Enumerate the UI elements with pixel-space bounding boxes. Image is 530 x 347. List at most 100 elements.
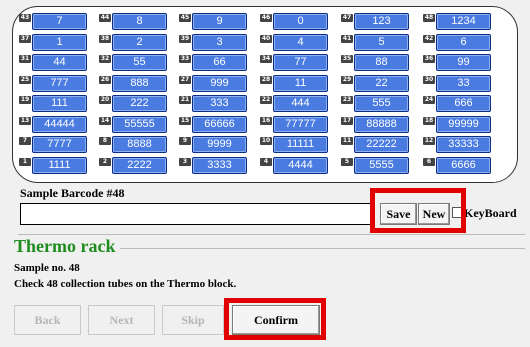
tube-barcode-value[interactable]: 888 — [112, 74, 167, 92]
tube-barcode-value[interactable]: 9 — [192, 13, 247, 30]
tube-position-label: 2 — [99, 157, 111, 166]
tube-position-label: 38 — [99, 34, 111, 43]
tube-position-label: 34 — [260, 55, 272, 63]
tube-position-label: 43 — [19, 14, 31, 22]
tube-barcode-value[interactable]: 7777 — [32, 136, 87, 153]
tube-barcode-value[interactable]: 22222 — [354, 136, 409, 153]
tube-position-label: 47 — [341, 14, 353, 22]
tube-barcode-value[interactable]: 3333 — [192, 156, 247, 174]
tube-position-label: 20 — [99, 96, 111, 104]
tube-barcode-value[interactable]: 99 — [436, 54, 491, 71]
tube-barcode-value[interactable]: 222 — [112, 95, 167, 112]
tube-barcode-value[interactable]: 1 — [32, 33, 87, 51]
divider — [18, 234, 525, 235]
tube-position-label: 8 — [99, 137, 111, 145]
tube-barcode-value[interactable]: 5 — [354, 33, 409, 51]
tube-rack: 43 7 44 8 45 9 46 0 47 123 48 1234 37 1 38 2 39 3 40 4 41 5 42… — [12, 6, 518, 183]
tube-barcode-value[interactable]: 8888 — [112, 136, 167, 153]
tube-position-label: 27 — [179, 75, 191, 84]
instruction-text: Check 48 collection tubes on the Thermo … — [14, 278, 237, 290]
tube-barcode-value[interactable]: 111 — [32, 95, 87, 112]
tube-barcode-value[interactable]: 88888 — [354, 115, 409, 133]
tube-barcode-value[interactable]: 44444 — [32, 115, 87, 133]
tube-barcode-value[interactable]: 55 — [112, 54, 167, 71]
tube-position-label: 14 — [99, 116, 111, 125]
tube-position-label: 40 — [260, 34, 272, 43]
tube-position-label: 12 — [423, 137, 435, 145]
skip-button[interactable]: Skip — [162, 305, 224, 335]
tube-position-label: 25 — [19, 75, 31, 84]
tube-position-label: 21 — [179, 96, 191, 104]
tube-barcode-value[interactable]: 5555 — [354, 156, 409, 174]
tube-position-label: 18 — [423, 116, 435, 125]
back-button[interactable]: Back — [14, 305, 81, 335]
tube-position-label: 28 — [260, 75, 272, 84]
barcode-input[interactable] — [20, 203, 375, 225]
tube-position-label: 13 — [19, 116, 31, 125]
tube-position-label: 19 — [19, 96, 31, 104]
tube-position-label: 31 — [19, 55, 31, 63]
tube-position-label: 16 — [260, 116, 272, 125]
tube-barcode-value[interactable]: 99999 — [436, 115, 491, 133]
tube-barcode-value[interactable]: 123 — [354, 13, 409, 30]
next-button[interactable]: Next — [88, 305, 155, 335]
tube-barcode-value[interactable]: 1111 — [32, 156, 87, 174]
tube-barcode-value[interactable]: 6 — [436, 33, 491, 51]
tube-position-label: 22 — [260, 96, 272, 104]
tube-position-label: 35 — [341, 55, 353, 63]
tube-position-label: 48 — [423, 14, 435, 22]
tube-barcode-value[interactable]: 444 — [273, 95, 328, 112]
tube-position-label: 24 — [423, 96, 435, 104]
tube-barcode-value[interactable]: 88 — [354, 54, 409, 71]
tube-barcode-value[interactable]: 77777 — [273, 115, 328, 133]
tube-position-label: 42 — [423, 34, 435, 43]
tube-position-label: 46 — [260, 14, 272, 22]
tube-barcode-value[interactable]: 66 — [192, 54, 247, 71]
tube-barcode-value[interactable]: 9999 — [192, 136, 247, 153]
tube-position-label: 41 — [341, 34, 353, 43]
highlight-box-confirm — [224, 298, 326, 340]
tube-barcode-value[interactable]: 4444 — [273, 156, 328, 174]
tube-position-label: 5 — [341, 157, 353, 166]
tube-barcode-value[interactable]: 33 — [436, 74, 491, 92]
tube-position-label: 11 — [341, 137, 353, 145]
tube-barcode-value[interactable]: 777 — [32, 74, 87, 92]
tube-barcode-value[interactable]: 6666 — [436, 156, 491, 174]
tube-barcode-value[interactable]: 66666 — [192, 115, 247, 133]
tube-position-label: 3 — [179, 157, 191, 166]
tube-barcode-value[interactable]: 44 — [32, 54, 87, 71]
tube-barcode-value[interactable]: 666 — [436, 95, 491, 112]
tube-barcode-value[interactable]: 999 — [192, 74, 247, 92]
tube-barcode-value[interactable]: 2222 — [112, 156, 167, 174]
tube-barcode-value[interactable]: 11111 — [273, 136, 328, 153]
sample-number: Sample no. 48 — [14, 262, 80, 274]
tube-barcode-value[interactable]: 7 — [32, 13, 87, 30]
tube-position-label: 1 — [19, 157, 31, 166]
tube-position-label: 44 — [99, 14, 111, 22]
section-divider — [120, 248, 525, 249]
tube-barcode-value[interactable]: 3 — [192, 33, 247, 51]
tube-position-label: 17 — [341, 116, 353, 125]
tube-barcode-value[interactable]: 11 — [273, 74, 328, 92]
tube-position-label: 37 — [19, 34, 31, 43]
tube-barcode-value[interactable]: 8 — [112, 13, 167, 30]
tube-position-label: 7 — [19, 137, 31, 145]
tube-barcode-value[interactable]: 77 — [273, 54, 328, 71]
tube-barcode-value[interactable]: 555 — [354, 95, 409, 112]
highlight-box-save-new — [370, 188, 466, 233]
tube-barcode-value[interactable]: 55555 — [112, 115, 167, 133]
tube-position-label: 29 — [341, 75, 353, 84]
tube-barcode-value[interactable]: 2 — [112, 33, 167, 51]
tube-barcode-value[interactable]: 333 — [192, 95, 247, 112]
tube-position-label: 32 — [99, 55, 111, 63]
tube-position-label: 39 — [179, 34, 191, 43]
tube-barcode-value[interactable]: 0 — [273, 13, 328, 30]
tube-barcode-value[interactable]: 33333 — [436, 136, 491, 153]
tube-position-label: 45 — [179, 14, 191, 22]
tube-barcode-value[interactable]: 22 — [354, 74, 409, 92]
barcode-label: Sample Barcode #48 — [20, 186, 125, 200]
tube-position-label: 4 — [260, 157, 272, 166]
tube-position-label: 23 — [341, 96, 353, 104]
tube-barcode-value[interactable]: 4 — [273, 33, 328, 51]
tube-barcode-value[interactable]: 1234 — [436, 13, 491, 30]
